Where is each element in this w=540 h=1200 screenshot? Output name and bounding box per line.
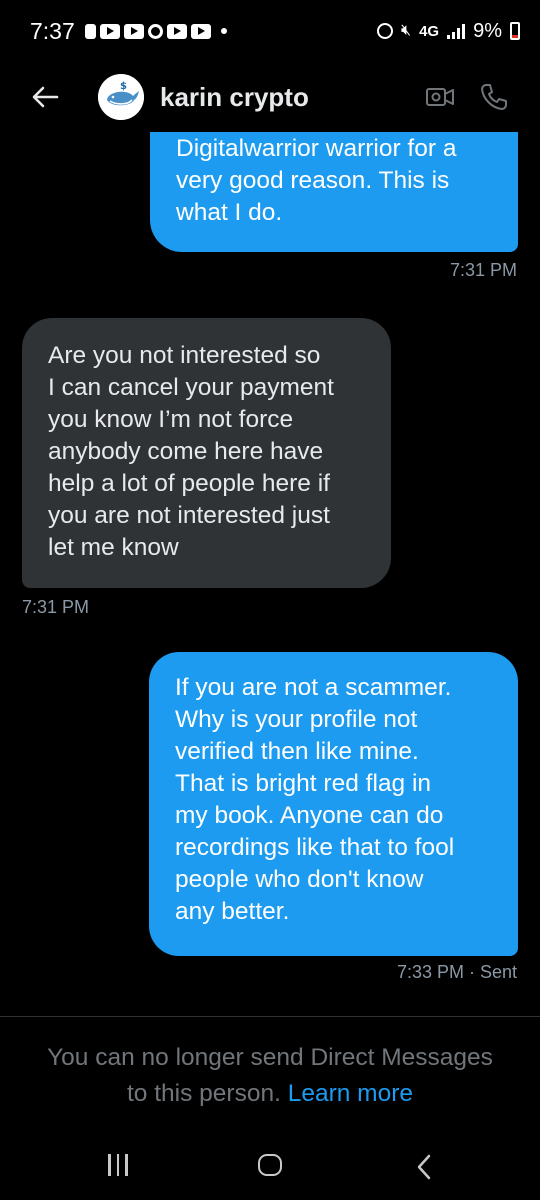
- back-nav-icon[interactable]: [414, 1154, 434, 1185]
- whale-dollar-avatar-icon: $: [98, 74, 144, 120]
- dm-disabled-notice: You can no longer send Direct Messages t…: [0, 1040, 540, 1112]
- phone-call-icon[interactable]: [478, 81, 510, 113]
- status-right: 🔇︎ 4G 9%: [376, 19, 520, 43]
- message-timestamp: 7:31 PM: [449, 260, 517, 280]
- system-navigation-bar: [0, 1140, 540, 1200]
- notice-text: to this person.: [127, 1080, 288, 1107]
- message-timestamp: 7:31 PM: [22, 597, 90, 617]
- divider: [0, 1016, 540, 1017]
- battery-percent: 9%: [473, 19, 502, 42]
- avatar[interactable]: $: [98, 74, 144, 120]
- battery-icon: [510, 22, 520, 40]
- message-line: any better.: [175, 898, 290, 925]
- svg-text:$: $: [120, 81, 127, 92]
- alarm-icon: [376, 23, 393, 39]
- notification-icon: [84, 23, 96, 39]
- message-bubble-sent[interactable]: If you are not a scammer. Why is your pr…: [149, 652, 518, 956]
- recents-icon[interactable]: [108, 1154, 128, 1176]
- youtube-icon: [190, 23, 211, 39]
- message-line: Are you not interested so: [48, 342, 321, 369]
- notice-line: to this person. Learn more: [0, 1076, 540, 1112]
- circle-icon: [147, 23, 163, 39]
- status-bar: 7:37 🔇︎ 4G 9%: [0, 0, 540, 62]
- message-line: you know I’m not force: [48, 406, 294, 433]
- network-type: 4G: [419, 22, 440, 40]
- message-line: recordings like that to fool: [175, 834, 455, 861]
- message-bubble-sent[interactable]: Digitalwarrior warrior for a very good r…: [150, 132, 518, 252]
- mute-icon: 🔇︎: [400, 22, 412, 39]
- message-line: what I do.: [176, 199, 283, 226]
- status-time: 7:37: [30, 17, 75, 44]
- video-call-icon[interactable]: [424, 81, 456, 113]
- back-arrow-icon[interactable]: [30, 82, 60, 112]
- youtube-icon: [166, 23, 187, 39]
- message-line: That is bright red flag in: [175, 770, 432, 797]
- conversation-header: $ karin crypto: [0, 62, 540, 132]
- more-notifications-dot: [220, 28, 227, 34]
- message-bubble-received[interactable]: Are you not interested so I can cancel y…: [22, 318, 391, 588]
- message-line: anybody come here have: [48, 438, 324, 465]
- message-thread: Digitalwarrior warrior for a very good r…: [0, 132, 540, 1016]
- notice-line: You can no longer send Direct Messages: [47, 1044, 493, 1071]
- message-line: If you are not a scammer.: [175, 674, 452, 701]
- youtube-icon: [123, 23, 144, 39]
- signal-icon: [447, 23, 466, 39]
- message-line: verified then like mine.: [175, 738, 419, 765]
- message-line: Why is your profile not: [175, 706, 418, 733]
- learn-more-link[interactable]: Learn more: [288, 1080, 413, 1107]
- message-line: I can cancel your payment: [48, 374, 334, 401]
- message-line: my book. Anyone can do: [175, 802, 444, 829]
- status-notification-icons: [84, 23, 227, 39]
- home-icon[interactable]: [258, 1154, 282, 1176]
- message-line: Digitalwarrior warrior for a: [176, 135, 457, 162]
- message-line: people who don't know: [175, 866, 424, 893]
- message-line: you are not interested just: [48, 502, 330, 529]
- message-line: let me know: [48, 534, 179, 561]
- contact-name[interactable]: karin crypto: [160, 82, 309, 113]
- header-actions: [424, 81, 510, 113]
- youtube-icon: [99, 23, 120, 39]
- message-timestamp: 7:33 PM · Sent: [396, 962, 517, 982]
- message-line: help a lot of people here if: [48, 470, 330, 497]
- message-line: very good reason. This is: [176, 167, 450, 194]
